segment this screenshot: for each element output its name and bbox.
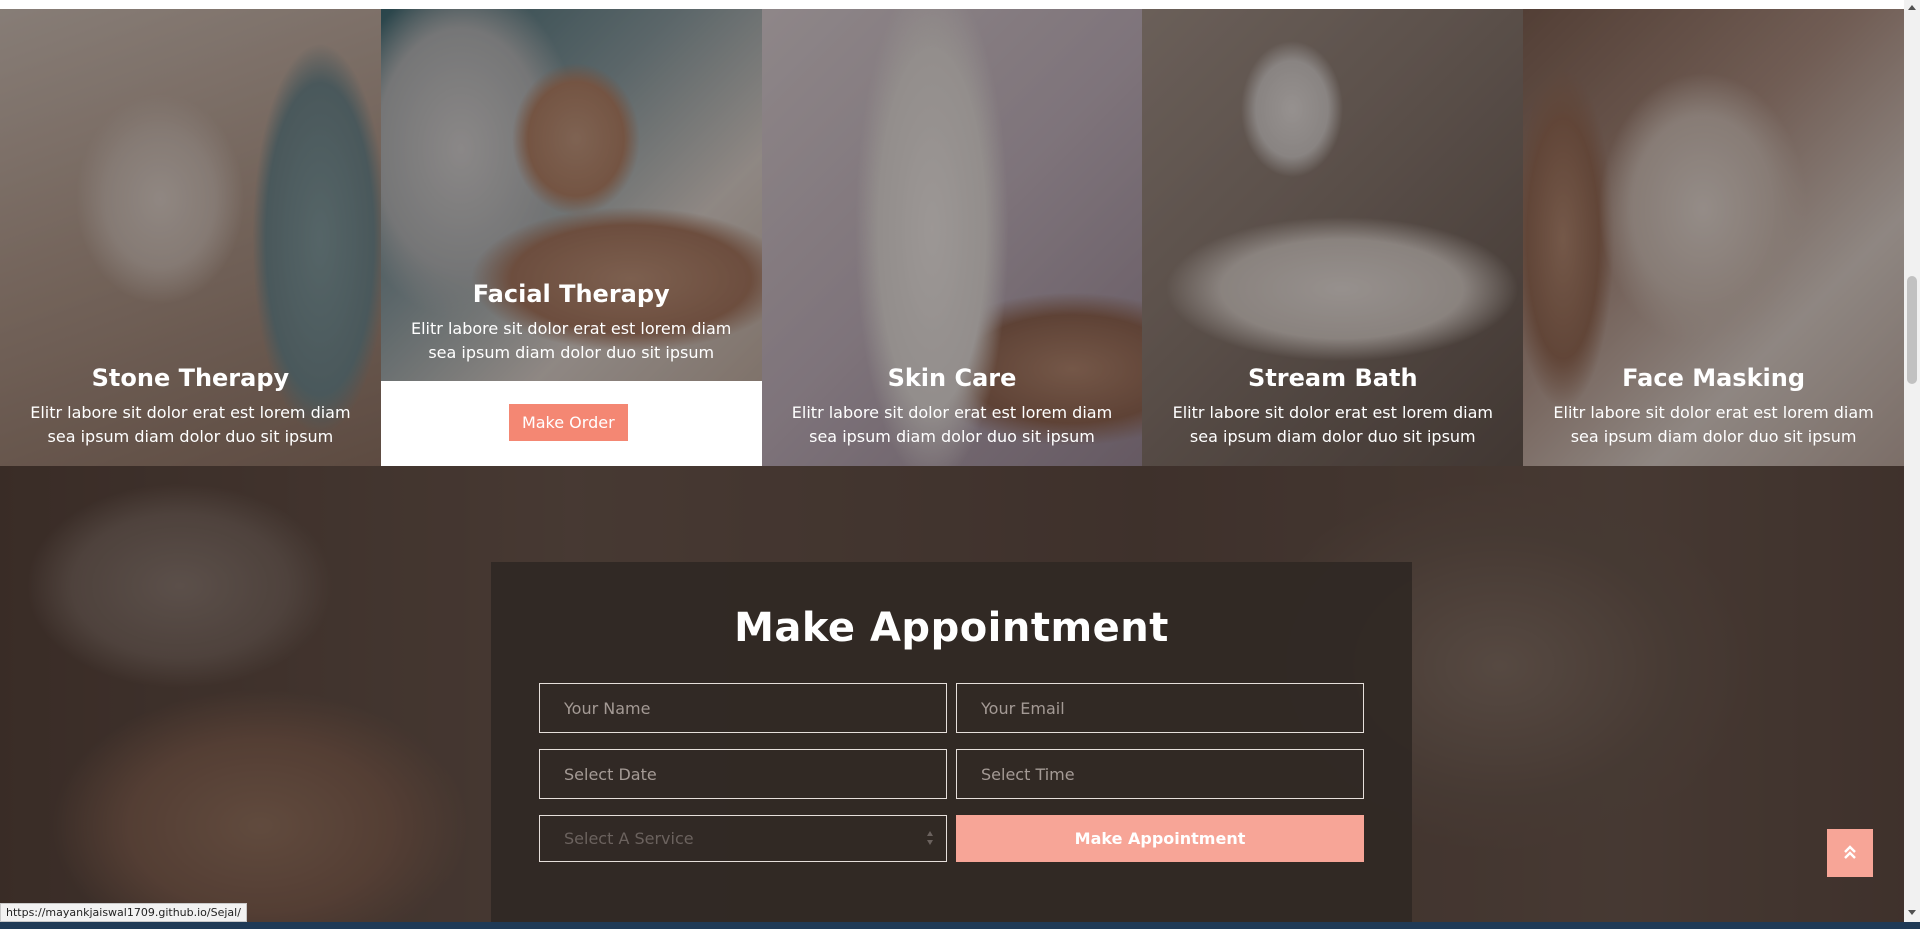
- service-text: Stream Bath Elitr labore sit dolor erat …: [1142, 363, 1523, 449]
- status-url: https://mayankjaiswal1709.github.io/Seja…: [0, 903, 247, 922]
- service-title: Stream Bath: [1248, 364, 1418, 392]
- service-text: Stone Therapy Elitr labore sit dolor era…: [0, 363, 381, 449]
- make-order-button[interactable]: Make Order: [508, 404, 628, 441]
- service-text: Facial Therapy Elitr labore sit dolor er…: [381, 279, 762, 365]
- service-description: Elitr labore sit dolor erat est lorem di…: [411, 319, 732, 362]
- back-to-top-button[interactable]: [1827, 829, 1873, 877]
- service-card-face-masking[interactable]: Face Masking Elitr labore sit dolor erat…: [1523, 9, 1904, 466]
- service-description: Elitr labore sit dolor erat est lorem di…: [1553, 403, 1874, 446]
- date-input[interactable]: [539, 749, 947, 799]
- double-chevron-up-icon: [1844, 845, 1856, 859]
- service-title: Facial Therapy: [472, 280, 670, 308]
- service-card-skin-care[interactable]: Skin Care Elitr labore sit dolor erat es…: [761, 9, 1143, 466]
- appointment-form: Make Appointment Select A Service Make A…: [491, 562, 1412, 922]
- page: Stone Therapy Elitr labore sit dolor era…: [0, 0, 1920, 929]
- service-title: Face Masking: [1622, 364, 1806, 392]
- scroll-up-icon[interactable]: [1908, 5, 1916, 10]
- service-title: Skin Care: [887, 364, 1017, 392]
- scroll-down-icon[interactable]: [1908, 910, 1916, 915]
- vertical-scrollbar[interactable]: [1904, 0, 1920, 922]
- service-card-stone-therapy[interactable]: Stone Therapy Elitr labore sit dolor era…: [0, 9, 381, 466]
- taskbar-edge: [0, 922, 1920, 929]
- name-input[interactable]: [539, 683, 947, 733]
- service-select-value: Select A Service: [564, 829, 694, 848]
- services-strip: Stone Therapy Elitr labore sit dolor era…: [0, 9, 1904, 466]
- service-description: Elitr labore sit dolor erat est lorem di…: [1172, 403, 1493, 446]
- service-description: Elitr labore sit dolor erat est lorem di…: [791, 403, 1113, 446]
- service-text: Skin Care Elitr labore sit dolor erat es…: [762, 363, 1143, 449]
- service-text: Face Masking Elitr labore sit dolor erat…: [1523, 363, 1904, 449]
- email-input[interactable]: [956, 683, 1364, 733]
- appointment-title: Make Appointment: [734, 605, 1169, 651]
- time-input[interactable]: [956, 749, 1364, 799]
- service-description: Elitr labore sit dolor erat est lorem di…: [30, 403, 351, 446]
- service-select[interactable]: Select A Service: [539, 815, 947, 862]
- service-card-facial-therapy[interactable]: Facial Therapy Elitr labore sit dolor er…: [380, 9, 762, 466]
- service-title: Stone Therapy: [91, 364, 290, 392]
- service-card-stream-bath[interactable]: Stream Bath Elitr labore sit dolor erat …: [1142, 9, 1524, 466]
- updown-arrows-icon: [926, 830, 934, 848]
- appointment-section: Make Appointment Select A Service Make A…: [0, 466, 1904, 922]
- scroll-thumb[interactable]: [1907, 276, 1917, 384]
- make-appointment-button[interactable]: Make Appointment: [956, 815, 1364, 862]
